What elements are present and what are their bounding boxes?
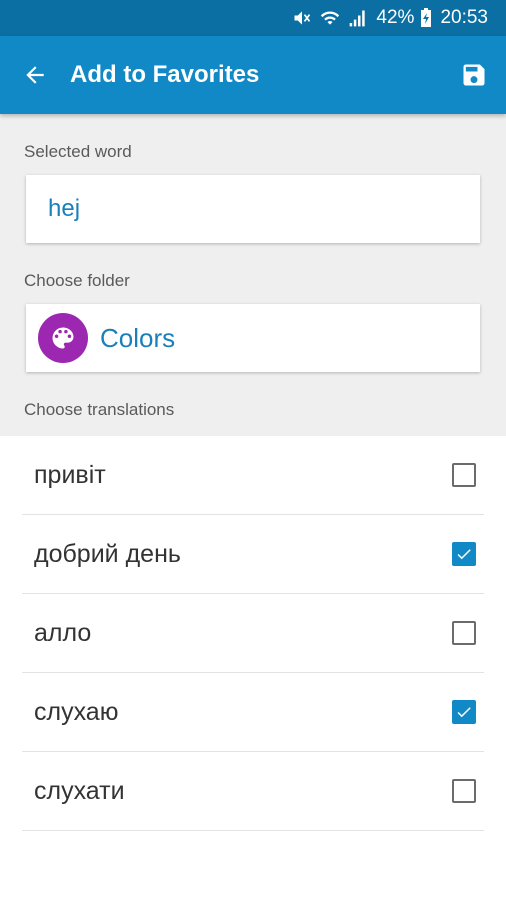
list-item[interactable]: слухати — [22, 752, 484, 831]
arrow-back-icon — [26, 66, 44, 84]
signal-icon — [348, 8, 368, 28]
status-bar: 42% 20:53 — [0, 0, 506, 36]
list-item[interactable]: слухаю — [22, 673, 484, 752]
translation-text: алло — [34, 618, 92, 647]
folder-name: Colors — [100, 322, 176, 353]
translation-text: добрий день — [34, 539, 181, 568]
wifi-icon — [320, 8, 340, 28]
translation-text: слухаю — [34, 697, 119, 726]
clock: 20:53 — [440, 7, 488, 28]
translation-text: слухати — [34, 776, 125, 805]
check-icon — [457, 707, 471, 718]
list-item[interactable]: алло — [22, 594, 484, 673]
translation-text: привіт — [34, 460, 106, 489]
selected-word-label: Selected word — [24, 142, 132, 161]
battery-charging-icon — [420, 8, 432, 28]
selected-word-value: hej — [48, 195, 81, 222]
checkbox[interactable] — [452, 463, 476, 487]
checkbox[interactable] — [452, 779, 476, 803]
checkbox[interactable] — [452, 621, 476, 645]
form-panel: Selected word hej Choose folder Colors C… — [0, 114, 506, 436]
back-button[interactable] — [0, 36, 70, 114]
translations-list: привіт добрий день алло слухаю слухати — [0, 436, 506, 831]
folder-selector[interactable]: Colors — [26, 304, 480, 372]
save-icon — [463, 64, 485, 86]
mute-icon — [292, 8, 312, 28]
palette-icon — [38, 313, 88, 363]
selected-word-field[interactable]: hej — [26, 175, 480, 243]
checkbox[interactable] — [452, 700, 476, 724]
list-item[interactable]: привіт — [22, 436, 484, 515]
check-icon — [457, 549, 471, 560]
choose-translations-label: Choose translations — [24, 400, 175, 419]
app-bar: Add to Favorites — [0, 36, 506, 114]
checkbox[interactable] — [452, 542, 476, 566]
save-button[interactable] — [442, 36, 506, 114]
choose-folder-label: Choose folder — [24, 271, 130, 290]
battery-percent: 42% — [376, 7, 415, 28]
page-title: Add to Favorites — [70, 61, 260, 88]
list-item[interactable]: добрий день — [22, 515, 484, 594]
